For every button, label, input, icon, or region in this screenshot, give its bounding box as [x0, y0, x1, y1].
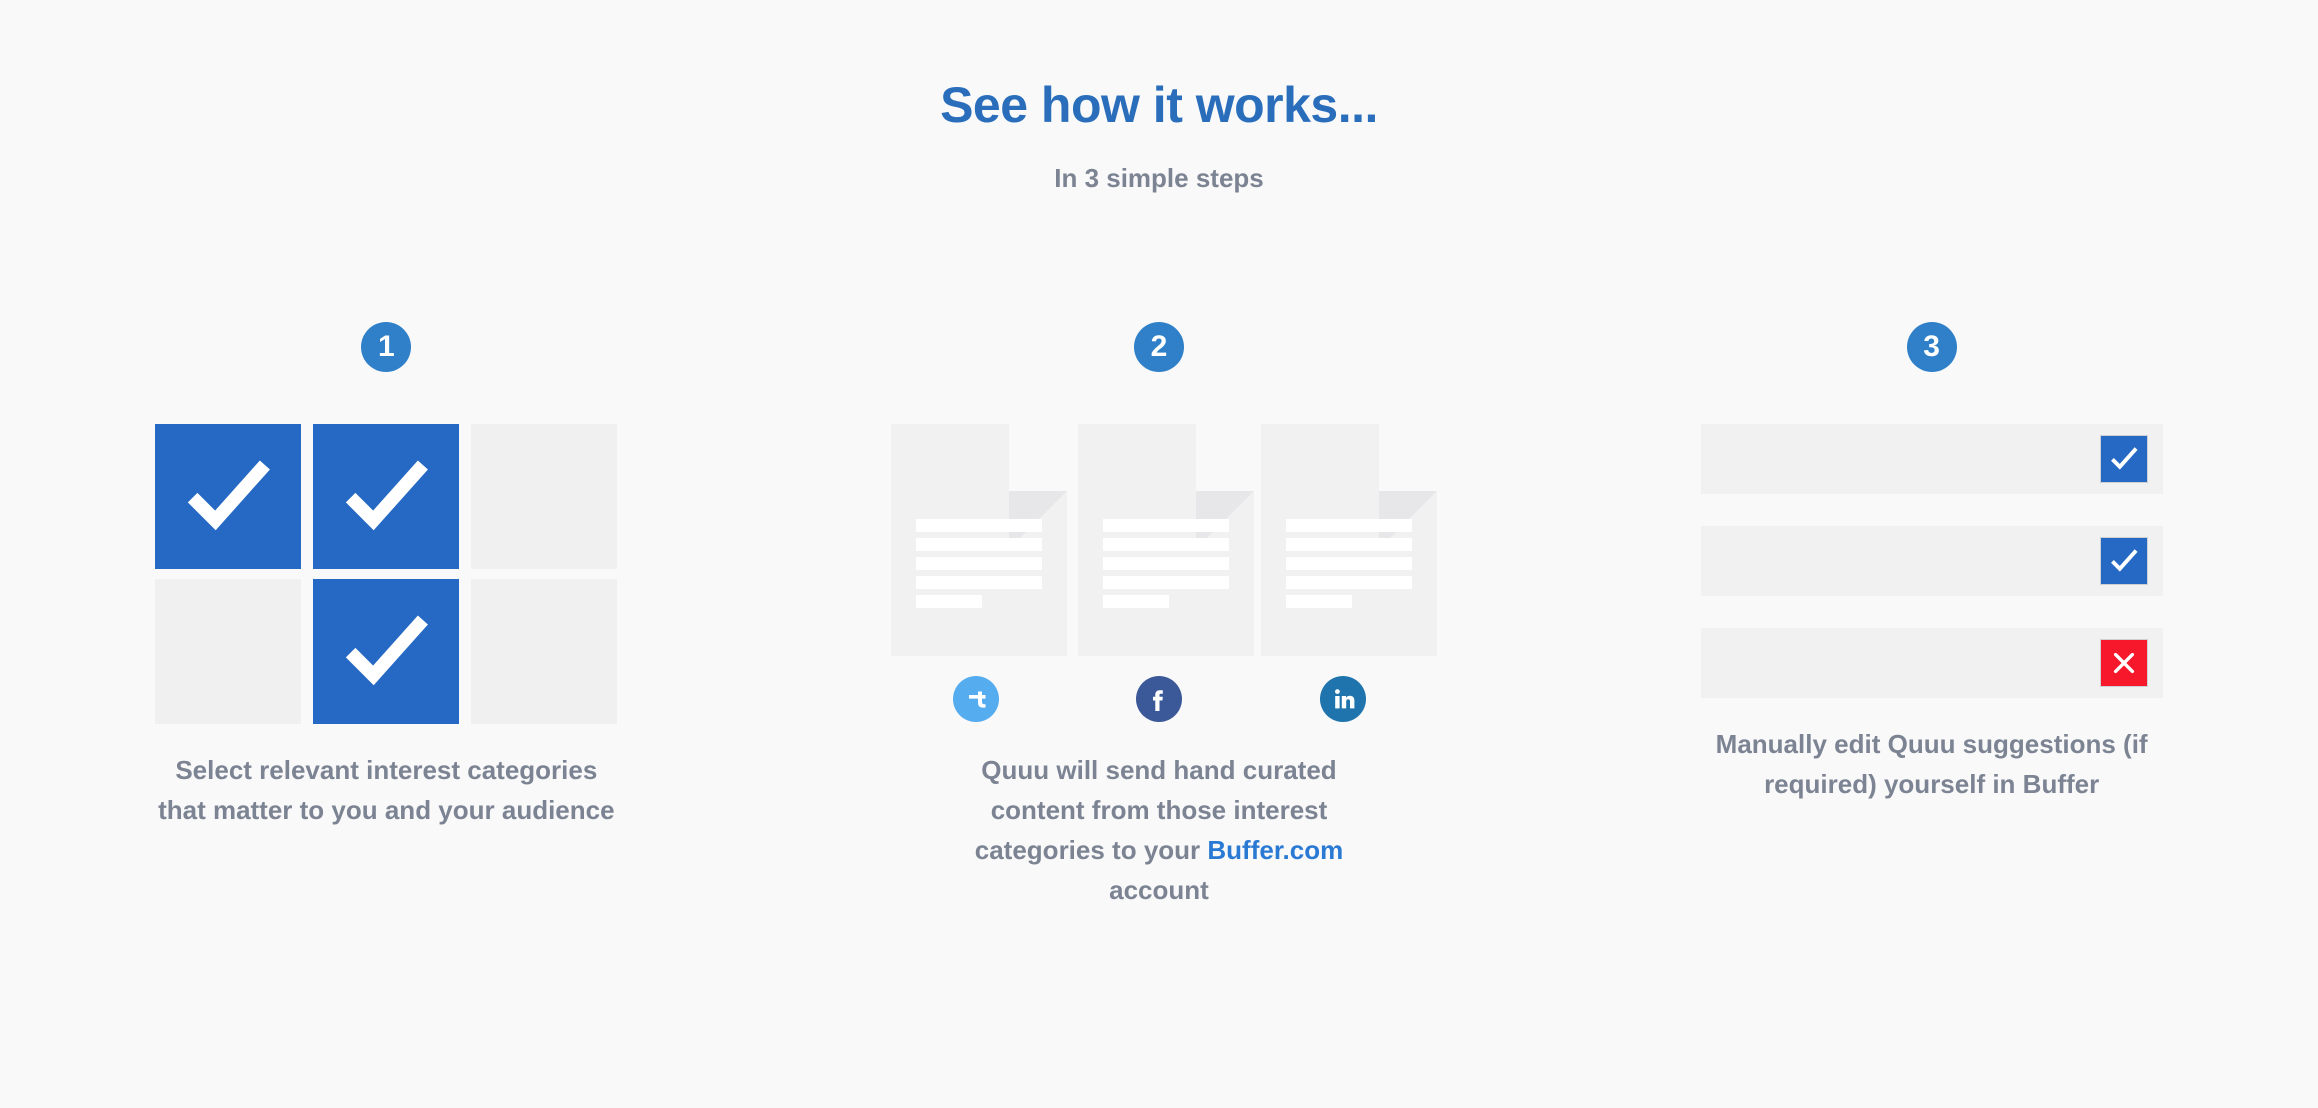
check-icon: [2110, 447, 2138, 470]
suggestion-row-1[interactable]: [1700, 424, 2163, 494]
reject-toggle-3[interactable]: [2099, 639, 2148, 687]
text-line: [1285, 519, 1412, 532]
category-tile-3[interactable]: [471, 424, 618, 569]
check-icon: [188, 459, 271, 530]
step-1-visual: [155, 424, 618, 724]
text-line: [1285, 538, 1412, 551]
document-1: [890, 424, 1067, 656]
text-line: [915, 519, 1042, 532]
section-header: See how it works... In 3 simple steps: [0, 78, 2318, 194]
document-text-lines: [915, 519, 1042, 614]
facebook-icon[interactable]: [1135, 676, 1182, 722]
suggestion-review-rows: [1700, 424, 2163, 698]
close-icon: [2113, 652, 2134, 674]
document-text-lines: [1285, 519, 1412, 614]
interest-category-grid: [155, 424, 618, 724]
step-2: 2 Quuu will send hand curated content fr…: [773, 322, 1546, 910]
step-number-badge-2: 2: [1133, 322, 1184, 372]
check-icon: [346, 459, 429, 530]
document-text-lines: [1102, 519, 1229, 614]
facebook-glyph: [1152, 690, 1163, 711]
linkedin-glyph: [1334, 689, 1355, 709]
step-1: 1 Select relevant interest categories th…: [0, 322, 773, 830]
how-it-works-section: See how it works... In 3 simple steps 1: [0, 0, 2318, 1108]
step-1-caption: Select relevant interest categories that…: [151, 750, 621, 830]
step-3-visual: [1700, 424, 2163, 698]
buffer-link[interactable]: Buffer.com: [1207, 835, 1343, 865]
text-line: [1285, 576, 1412, 589]
text-line: [915, 557, 1042, 570]
document-page-top: [1260, 424, 1379, 491]
page-title: See how it works...: [940, 77, 1378, 133]
step-2-caption-text-after: account: [1109, 875, 1209, 905]
step-number-badge-1: 1: [361, 322, 412, 372]
step-2-visual: [890, 424, 1437, 722]
approve-toggle-1[interactable]: [2099, 435, 2148, 483]
document-2: [1077, 424, 1254, 656]
category-tile-1[interactable]: [155, 424, 302, 569]
approve-toggle-2[interactable]: [2099, 537, 2148, 585]
text-line: [1102, 538, 1229, 551]
linkedin-icon[interactable]: [1319, 676, 1366, 722]
text-line: [915, 576, 1042, 589]
page-subtitle: In 3 simple steps: [1054, 163, 1264, 193]
step-1-caption-text: Select relevant interest categories that…: [158, 755, 615, 825]
text-line: [915, 595, 982, 608]
twitter-icon[interactable]: [952, 676, 999, 722]
category-tile-6[interactable]: [471, 579, 618, 724]
step-3-caption: Manually edit Quuu suggestions (if requi…: [1692, 724, 2172, 804]
category-tile-2[interactable]: [313, 424, 460, 569]
text-line: [1102, 595, 1169, 608]
twitter-glyph: [968, 691, 986, 708]
text-line: [915, 538, 1042, 551]
text-line: [1102, 557, 1229, 570]
step-number-badge-3: 3: [1906, 322, 1957, 372]
category-tile-4[interactable]: [155, 579, 302, 724]
suggestion-row-2[interactable]: [1700, 526, 2163, 596]
check-icon: [346, 614, 429, 685]
text-line: [1102, 519, 1229, 532]
category-tile-5[interactable]: [313, 579, 460, 724]
step-3-caption-text: Manually edit Quuu suggestions (if requi…: [1715, 729, 2148, 799]
text-line: [1285, 595, 1352, 608]
step-2-caption: Quuu will send hand curated content from…: [944, 750, 1374, 910]
text-line: [1102, 576, 1229, 589]
steps-row: 1 Select relevant interest categories th…: [0, 322, 2318, 910]
text-line: [1285, 557, 1412, 570]
curated-content-documents: [890, 424, 1437, 722]
document-page-top: [890, 424, 1009, 491]
step-3: 3 Manually edit Quuu suggestions (if req…: [1545, 322, 2318, 804]
suggestion-row-3[interactable]: [1700, 628, 2163, 698]
document-page-top: [1077, 424, 1196, 491]
check-icon: [2110, 549, 2138, 572]
document-3: [1260, 424, 1437, 656]
